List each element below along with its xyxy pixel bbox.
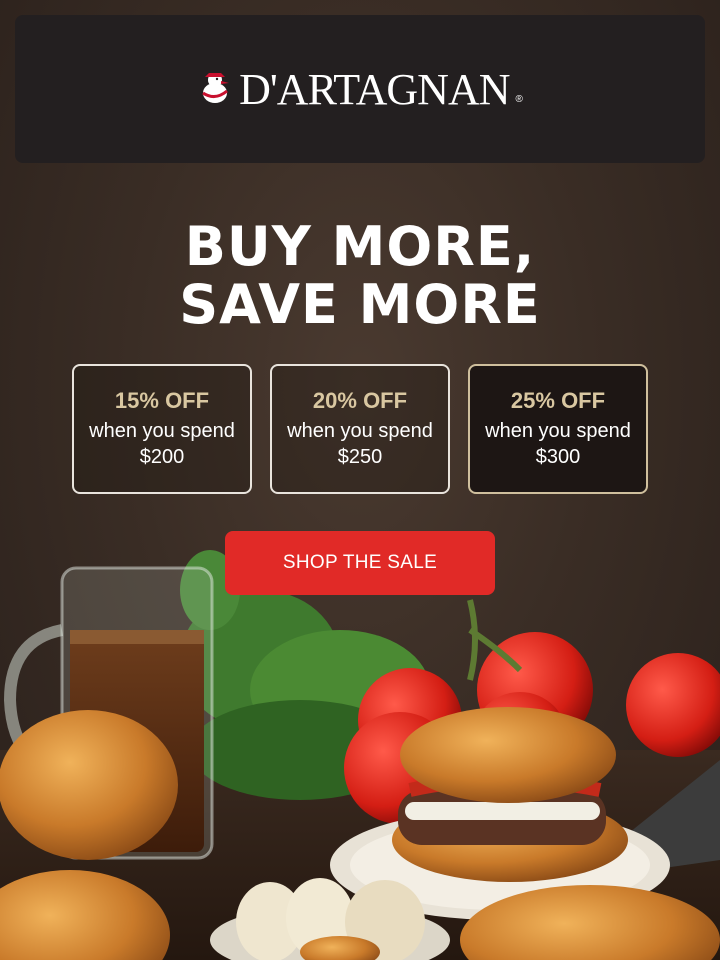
tier-condition: when you spend $300 xyxy=(485,420,631,468)
tier-condition: when you spend $250 xyxy=(287,420,433,468)
burger-food-photo xyxy=(0,550,720,960)
headline-line-2: SAVE MORE xyxy=(179,273,541,336)
headline-line-1: BUY MORE, xyxy=(184,215,536,278)
tier-condition: when you spend $200 xyxy=(89,420,235,468)
brand-logo[interactable]: D'ARTAGNAN ® xyxy=(197,64,523,115)
registered-mark: ® xyxy=(515,93,523,105)
tier-discount: 25% OFF xyxy=(510,388,606,413)
tier-15-off: 15% OFF when you spend $200 xyxy=(72,364,252,494)
duck-mascot-icon xyxy=(202,73,230,103)
tier-25-off: 25% OFF when you spend $300 xyxy=(468,364,648,494)
header-banner: D'ARTAGNAN ® xyxy=(15,15,705,163)
discount-tiers: 15% OFF when you spend $200 20% OFF when… xyxy=(72,364,648,494)
hero-headline: BUY MORE, SAVE MORE xyxy=(0,218,720,334)
shop-the-sale-button[interactable]: SHOP THE SALE xyxy=(225,531,495,595)
tier-20-off: 20% OFF when you spend $250 xyxy=(270,364,450,494)
tier-discount: 15% OFF xyxy=(114,388,210,413)
tier-discount: 20% OFF xyxy=(312,388,408,413)
brand-wordmark: D'ARTAGNAN xyxy=(239,64,510,114)
